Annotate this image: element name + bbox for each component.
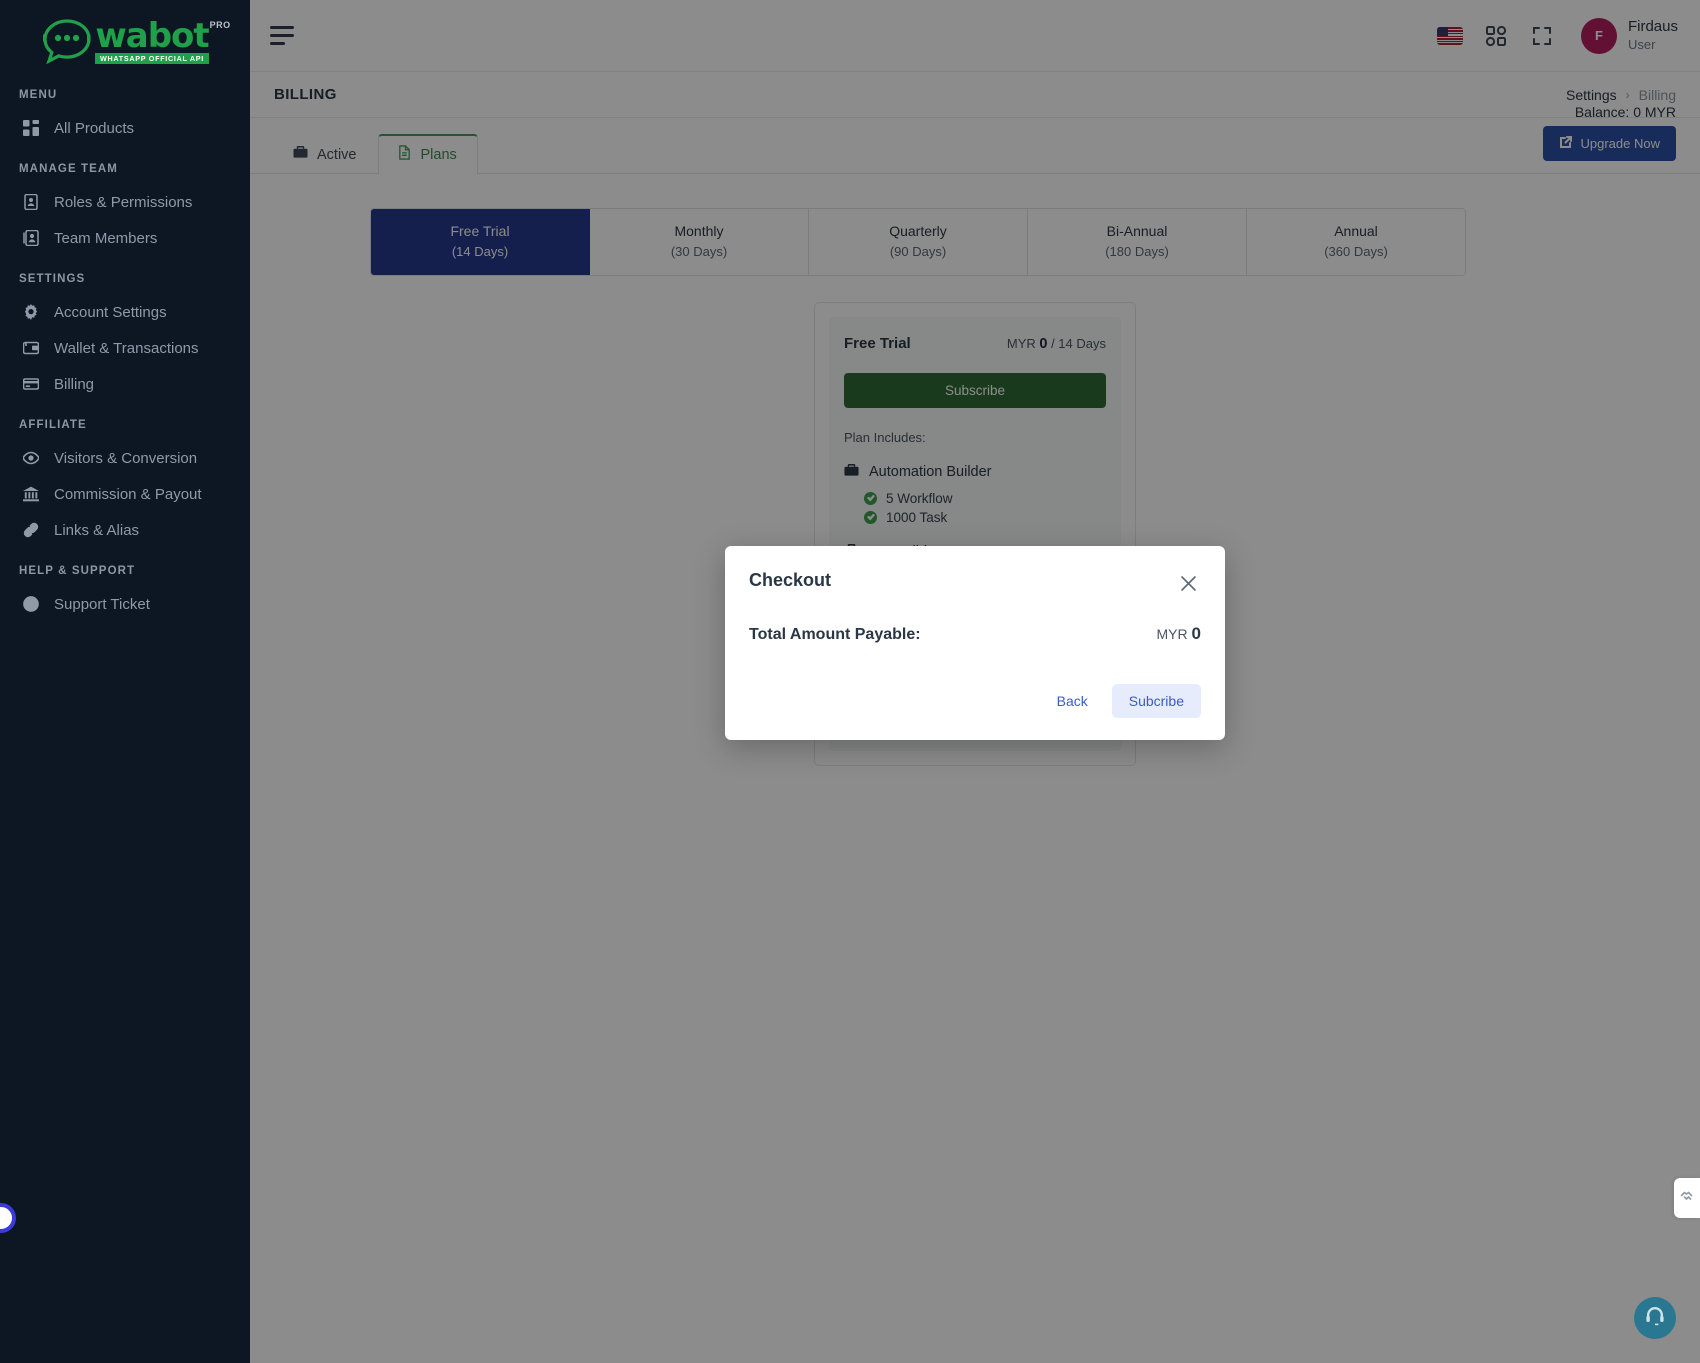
- sidebar-item-all-products[interactable]: All Products: [0, 110, 250, 146]
- grid-icon: [22, 119, 40, 137]
- sidebar-item-label: Account Settings: [54, 303, 167, 321]
- sidebar-item-wallet-transactions[interactable]: Wallet & Transactions: [0, 330, 250, 366]
- sidebar: wabot WHATSAPP OFFICIAL API PRO MENU All…: [0, 0, 250, 1363]
- modal-amount: 0: [1191, 624, 1201, 643]
- sidebar-item-roles-permissions[interactable]: Roles & Permissions: [0, 184, 250, 220]
- corner-circle-badge[interactable]: [0, 1203, 16, 1233]
- lifebuoy-icon: [22, 595, 40, 613]
- sidebar-item-billing[interactable]: Billing: [0, 366, 250, 402]
- modal-currency: MYR: [1156, 626, 1188, 642]
- bank-icon: [22, 485, 40, 503]
- checkout-modal: Checkout Total Amount Payable: MYR 0 Bac…: [725, 546, 1225, 740]
- close-icon[interactable]: [1175, 570, 1201, 596]
- sidebar-item-label: Wallet & Transactions: [54, 339, 199, 357]
- modal-title: Checkout: [749, 570, 832, 590]
- eye-icon: [22, 449, 40, 467]
- sidebar-section-menu: MENU: [19, 89, 58, 101]
- brand-pro-badge: PRO: [209, 20, 231, 30]
- sidebar-item-label: Commission & Payout: [54, 485, 202, 503]
- sidebar-item-label: Billing: [54, 375, 95, 393]
- wallet-icon: [22, 339, 40, 357]
- sidebar-item-label: Team Members: [54, 229, 158, 247]
- sidebar-section-settings: SETTINGS: [19, 273, 86, 285]
- main-content: F Firdaus User BILLING Settings › Billin…: [250, 0, 1700, 1363]
- sidebar-item-label: Support Ticket: [54, 595, 150, 613]
- headset-icon: [1644, 1305, 1666, 1332]
- sidebar-item-visitors-conversion[interactable]: Visitors & Conversion: [0, 440, 250, 476]
- sidebar-section-help-support: HELP & SUPPORT: [19, 565, 136, 577]
- sidebar-item-team-members[interactable]: Team Members: [0, 220, 250, 256]
- support-chat-button[interactable]: [1634, 1297, 1676, 1339]
- sidebar-item-label: Links & Alias: [54, 521, 140, 539]
- credit-card-icon: [22, 375, 40, 393]
- id-card-icon: [22, 193, 40, 211]
- sidebar-item-account-settings[interactable]: Account Settings: [0, 294, 250, 330]
- brand-name: wabot: [95, 15, 209, 56]
- sidebar-item-label: Visitors & Conversion: [54, 449, 198, 467]
- brand-logo[interactable]: wabot WHATSAPP OFFICIAL API PRO: [0, 0, 250, 72]
- total-amount-payable-value: MYR 0: [1157, 624, 1201, 644]
- sidebar-item-commission-payout[interactable]: Commission & Payout: [0, 476, 250, 512]
- sidebar-item-label: Roles & Permissions: [54, 193, 193, 211]
- chat-bubble-icon: [41, 18, 93, 64]
- handshake-icon: [1680, 1189, 1694, 1208]
- sidebar-nav: MENU All Products MANAGE TEAM Roles & Pe…: [0, 72, 250, 622]
- back-button[interactable]: Back: [1041, 684, 1104, 718]
- sidebar-section-affiliate: AFFILIATE: [19, 419, 87, 431]
- sidebar-item-links-alias[interactable]: Links & Alias: [0, 512, 250, 548]
- app-root: wabot WHATSAPP OFFICIAL API PRO MENU All…: [0, 0, 1700, 1363]
- sidebar-section-manage-team: MANAGE TEAM: [19, 163, 118, 175]
- total-amount-payable-label: Total Amount Payable:: [749, 626, 921, 643]
- users-icon: [22, 229, 40, 247]
- brand-tagline: WHATSAPP OFFICIAL API: [95, 53, 209, 64]
- link-icon: [22, 521, 40, 539]
- subscribe-button[interactable]: Subcribe: [1111, 684, 1201, 718]
- edge-side-tab[interactable]: [1674, 1178, 1700, 1218]
- sidebar-item-support-ticket[interactable]: Support Ticket: [0, 586, 250, 622]
- sidebar-item-label: All Products: [54, 119, 135, 137]
- gear-icon: [22, 303, 40, 321]
